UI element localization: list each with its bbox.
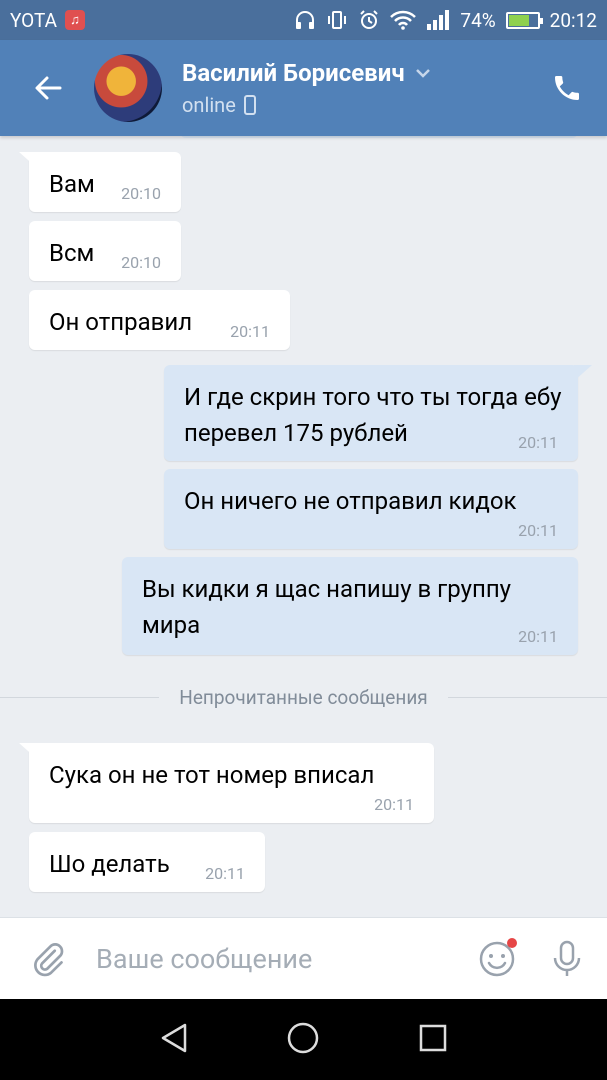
vibrate-icon — [326, 10, 348, 30]
contact-name-row: Василий Борисевич — [182, 59, 431, 87]
voice-message-button[interactable] — [527, 918, 607, 1000]
message-incoming[interactable]: Он отправил 20:11 — [29, 290, 290, 350]
status-icons: 74% 20:12 — [294, 9, 597, 32]
battery-level-fill — [508, 14, 530, 26]
message-text: Вам — [49, 170, 95, 198]
message-outgoing[interactable]: Вы кидки я щас напишу в группу мира 20:1… — [122, 557, 578, 655]
message-time: 20:10 — [121, 253, 161, 272]
battery-percent: 74% — [460, 8, 496, 32]
unread-divider-label: Непрочитанные сообщения — [179, 685, 428, 709]
triangle-back-icon — [161, 1023, 187, 1052]
avatar[interactable] — [94, 54, 162, 122]
message-time: 20:11 — [518, 433, 558, 452]
divider-line — [447, 696, 607, 698]
arrow-left-icon — [35, 76, 62, 100]
message-composer: Ваше сообщение — [0, 917, 607, 999]
message-text: И где скрин того что ты тогда ебу переве… — [184, 383, 562, 447]
unread-divider: Непрочитанные сообщения — [0, 684, 607, 710]
contact-info[interactable]: Василий Борисевич online — [182, 59, 431, 117]
carrier-name: YOTA — [10, 8, 57, 32]
wifi-icon — [390, 10, 417, 30]
clock: 20:12 — [549, 8, 597, 32]
message-time: 20:11 — [230, 322, 270, 341]
message-time: 20:11 — [205, 864, 245, 883]
signal-icon — [426, 10, 450, 30]
message-incoming[interactable]: Шо делать 20:11 — [29, 832, 265, 892]
message-text: Он ничего не отправил кидок — [184, 487, 517, 515]
message-list[interactable]: Вам 20:10 Всм 20:10 Он отправил 20:11 И … — [0, 136, 607, 917]
message-outgoing[interactable]: И где скрин того что ты тогда ебу переве… — [164, 365, 592, 461]
sticker-button[interactable] — [467, 918, 527, 1000]
message-text: Вы кидки я щас напишу в группу мира — [142, 575, 512, 639]
alarm-icon — [358, 10, 380, 30]
attach-button[interactable] — [0, 918, 96, 1000]
message-incoming[interactable]: Всм 20:10 — [29, 221, 181, 281]
chevron-down-icon — [415, 69, 430, 78]
bubble-tail — [574, 365, 592, 381]
carrier-group: YOTA ♫ — [10, 9, 85, 32]
back-button[interactable] — [0, 40, 96, 136]
square-recents-icon — [419, 1024, 447, 1051]
battery-icon — [505, 11, 543, 29]
music-notification-icon: ♫ — [64, 10, 85, 30]
contact-status-row: online — [182, 93, 431, 117]
message-time: 20:11 — [374, 795, 414, 814]
divider-line — [0, 696, 160, 698]
phone-icon — [555, 76, 579, 100]
message-incoming[interactable]: Вам 20:10 — [19, 152, 181, 212]
new-stickers-dot — [507, 937, 517, 948]
contact-status: online — [182, 93, 236, 117]
call-button[interactable] — [527, 40, 607, 136]
microphone-icon — [553, 940, 581, 976]
contact-name: Василий Борисевич — [182, 59, 405, 87]
paperclip-icon — [34, 942, 64, 976]
nav-home-button[interactable] — [286, 1021, 320, 1059]
headphones-icon — [294, 10, 316, 30]
message-text: Сука он не тот номер вписал — [49, 761, 375, 789]
message-time: 20:10 — [121, 184, 161, 203]
message-incoming[interactable]: Сука он не тот номер вписал 20:11 — [19, 743, 434, 823]
message-time: 20:11 — [518, 521, 558, 540]
nav-back-button[interactable] — [159, 1022, 189, 1058]
circle-home-icon — [288, 1022, 319, 1053]
previous-message-partial — [180, 136, 578, 138]
message-time: 20:11 — [518, 627, 558, 646]
status-bar: YOTA ♫ 74% 20:12 — [0, 0, 607, 40]
nav-recents-button[interactable] — [418, 1023, 448, 1057]
system-nav-bar — [0, 999, 607, 1080]
bubble-tail — [19, 152, 37, 168]
message-outgoing[interactable]: Он ничего не отправил кидок 20:11 — [164, 469, 578, 549]
bubble-tail — [19, 743, 37, 759]
message-input[interactable]: Ваше сообщение — [96, 943, 467, 975]
message-text: Всм — [49, 239, 95, 267]
message-text: Шо делать — [49, 850, 170, 878]
message-text: Он отправил — [49, 308, 193, 336]
mobile-online-icon — [243, 95, 256, 115]
chat-header: Василий Борисевич online — [0, 40, 607, 136]
